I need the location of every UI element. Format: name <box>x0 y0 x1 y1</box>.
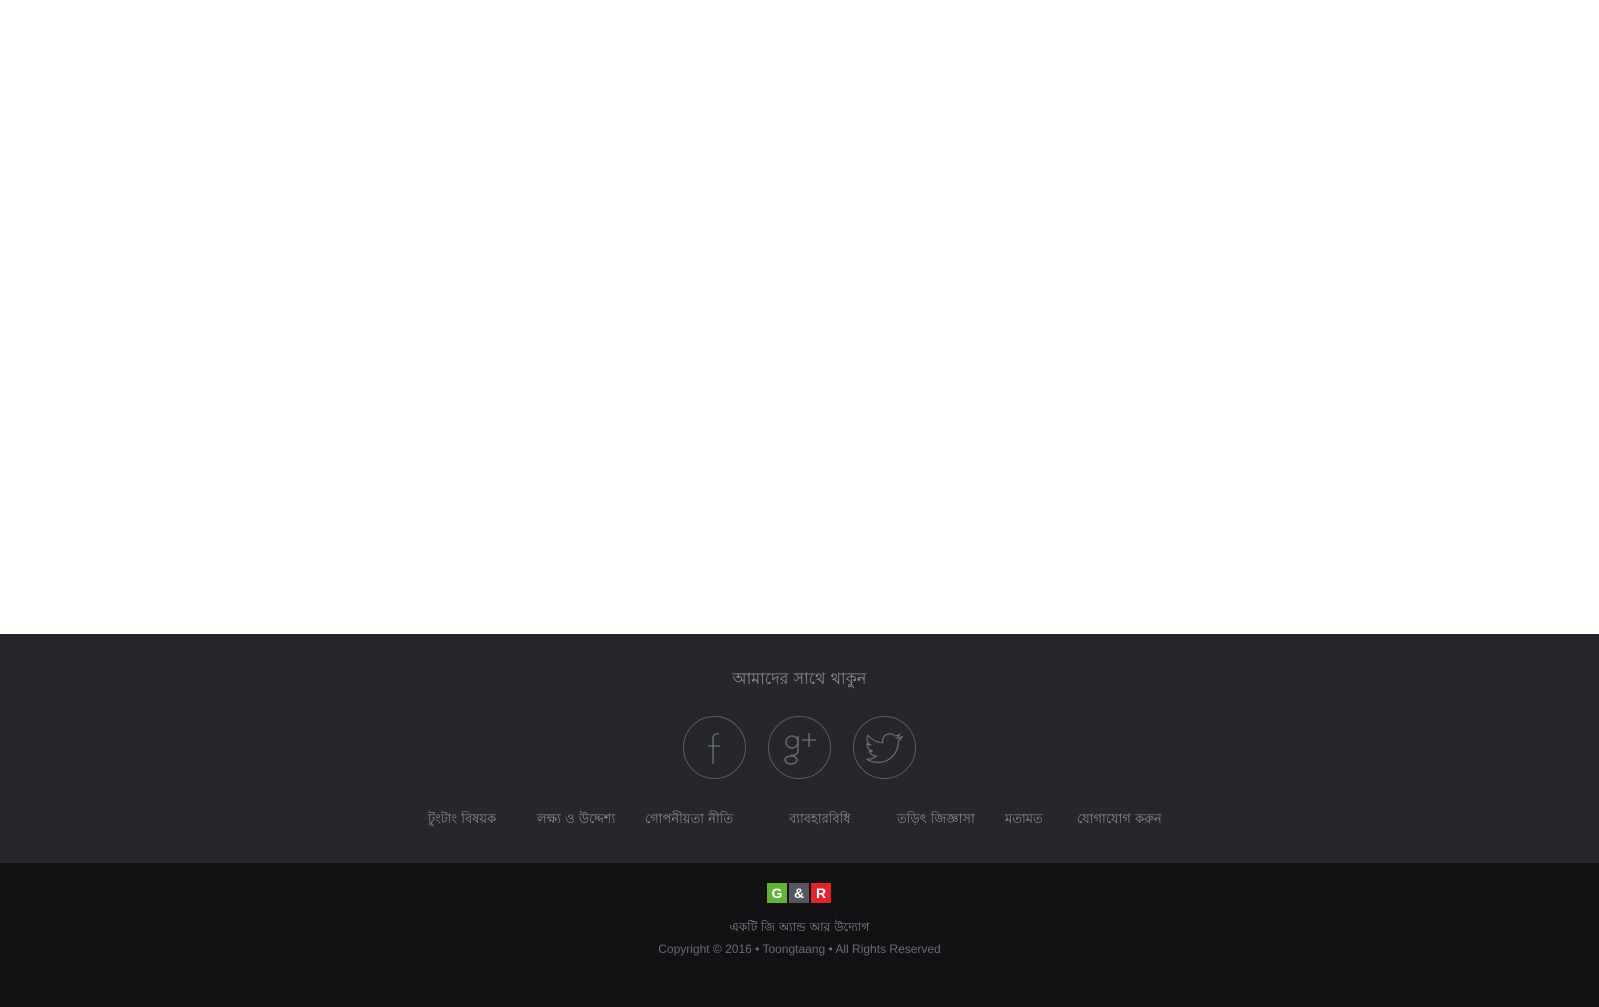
footer-link-terms[interactable]: ব্যাবহারবিধি <box>789 810 851 831</box>
logo-g: G <box>767 883 787 903</box>
initiative-text: একটি জি অ্যান্ড আর উদ্যোগ <box>729 920 870 934</box>
twitter-icon <box>865 731 905 765</box>
footer-link-contact[interactable]: যোগাযোগ করুন <box>1077 810 1162 831</box>
footer-link-about[interactable]: টুংটাং বিষয়ক <box>428 810 496 831</box>
footer-link-feedback[interactable]: মতামত <box>1005 810 1043 831</box>
footer-link-privacy[interactable]: গোপনীয়তা নীতি <box>645 810 733 831</box>
logo-r: R <box>811 883 831 903</box>
footer-link-faq[interactable]: তড়িৎ জিজ্ঞাসা <box>897 810 975 831</box>
facebook-link[interactable] <box>683 716 746 779</box>
logo-ampersand: & <box>789 883 809 903</box>
main-content-area <box>0 0 1599 634</box>
google-plus-icon <box>778 728 822 768</box>
facebook-icon <box>700 728 730 768</box>
footer-link-mission[interactable]: লক্ষ্য ও উদ্দেশ্য <box>537 810 615 831</box>
footer-links: টুংটাং বিষয়ক লক্ষ্য ও উদ্দেশ্য গোপনীয়ত… <box>0 810 1599 832</box>
footer-bottom-bar: G & R একটি জি অ্যান্ড আর উদ্যোগ Copyrigh… <box>0 863 1599 1007</box>
follow-us-title: আমাদের সাথে থাকুন <box>732 669 867 688</box>
gr-logo: G & R <box>767 883 831 903</box>
site-footer: আমাদের সাথে থাকুন টুংটাং বিষয়ক লক্ষ্য ও <box>0 634 1599 863</box>
google-plus-link[interactable] <box>768 716 831 779</box>
twitter-link[interactable] <box>853 716 916 779</box>
copyright-text: Copyright © 2016 • Toongtaang • All Righ… <box>658 942 941 956</box>
